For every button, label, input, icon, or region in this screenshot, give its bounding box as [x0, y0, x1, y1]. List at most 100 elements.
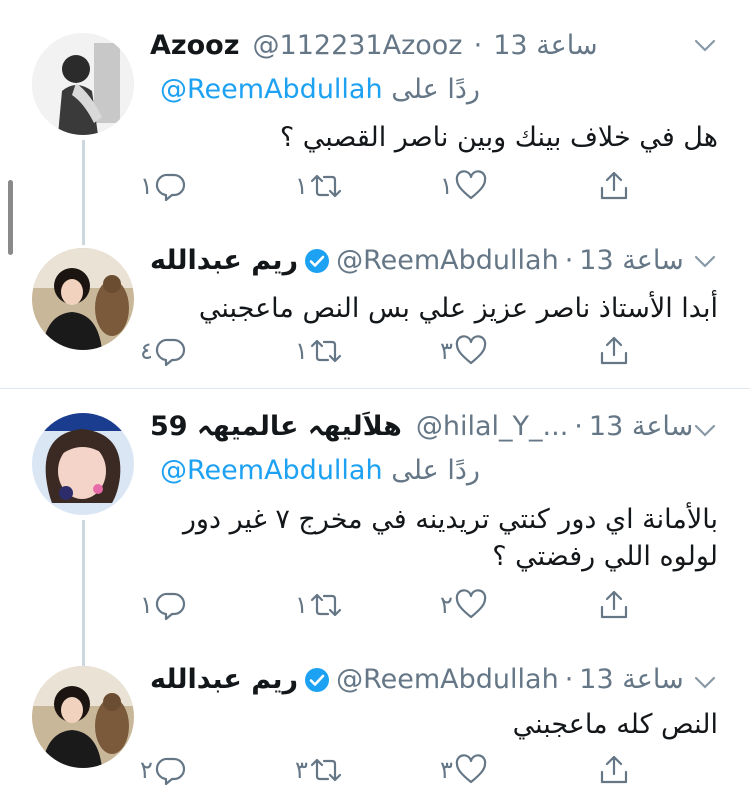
reply-label: ردًا على [391, 455, 480, 486]
tweet-text-line: أبدا الأستاذ ناصر عزيز علي بس النص ماعجب… [198, 293, 718, 324]
share-button[interactable] [598, 335, 630, 367]
tweet-time[interactable]: 13 ساعة [493, 30, 597, 61]
display-name[interactable]: ريم عبدالله [150, 245, 298, 276]
tweet-text: بالأمانة اي دور كنتي تريدينه في مخرج ٧ غ… [183, 501, 718, 575]
like-count: ٣ [440, 337, 453, 365]
chevron-down-icon[interactable] [692, 669, 718, 699]
tweet-text: أبدا الأستاذ ناصر عزيز علي بس النص ماعجب… [199, 290, 718, 327]
share-button[interactable] [598, 754, 630, 786]
retweet-button[interactable]: ١ [295, 170, 342, 202]
retweet-icon [310, 593, 341, 617]
tweet-meta: Azooz @112231Azooz · 13 ساعة [150, 30, 598, 61]
reply-mention[interactable]: @ReemAbdullah [160, 74, 383, 105]
avatar-image [32, 413, 134, 515]
user-handle[interactable]: @ReemAbdullah [336, 245, 559, 276]
verified-icon [305, 667, 330, 692]
retweet-count: ١ [295, 172, 308, 200]
like-button[interactable]: ٢ [440, 589, 487, 621]
tweet-meta: ريم عبدالله @ReemAbdullah · 13 ساعة [150, 664, 684, 695]
reply-to: @ReemAbdullah ردًا على [160, 74, 480, 105]
chevron-down-icon[interactable] [692, 32, 718, 62]
reply-button[interactable]: ١ [140, 170, 187, 202]
retweet-button[interactable]: ٣ [295, 754, 342, 786]
reply-button[interactable]: ١ [140, 589, 187, 621]
reply-count: ٤ [140, 337, 153, 365]
reply-icon [155, 173, 185, 202]
avatar[interactable] [32, 33, 134, 135]
tweet-text: النص كله ماعجبني [513, 706, 718, 743]
separator-dot: · [564, 245, 574, 276]
share-icon [600, 171, 628, 200]
reply-count: ١ [140, 591, 153, 619]
tweet[interactable]: Azooz @112231Azooz · 13 ساعة @ReemAbdull… [0, 0, 750, 230]
like-button[interactable]: ٣ [440, 754, 487, 786]
user-handle[interactable]: @ReemAbdullah [336, 664, 559, 695]
reply-count: ٢ [140, 756, 153, 784]
tweet-time[interactable]: 13 ساعة [589, 411, 693, 442]
avatar-image [32, 33, 134, 135]
like-count: ٢ [440, 591, 453, 619]
display-name[interactable]: Azooz [150, 30, 239, 61]
tweet-actions: ٤ ١ ٣ [140, 335, 640, 369]
reply-icon [155, 592, 185, 621]
retweet-button[interactable]: ١ [295, 335, 342, 367]
avatar[interactable] [32, 666, 134, 768]
display-name[interactable]: ريم عبدالله [150, 664, 298, 695]
tweet-meta: هلاَليهہ عالميهہ 59 @hilal_Y_... · 13 سا… [150, 411, 693, 442]
chevron-down-icon[interactable] [692, 248, 718, 278]
reply-label: ردًا على [391, 74, 480, 105]
reply-icon [155, 338, 185, 367]
like-icon [455, 754, 487, 784]
like-count: ٣ [440, 756, 453, 784]
reply-button[interactable]: ٢ [140, 754, 187, 786]
tweet-text-line: لولوه اللي رفضتي ؟ [492, 541, 718, 572]
avatar-image [32, 666, 134, 768]
user-handle[interactable]: @112231Azooz [253, 30, 463, 61]
retweet-button[interactable]: ١ [295, 589, 342, 621]
share-button[interactable] [598, 170, 630, 202]
reply-icon [155, 757, 185, 786]
tweet[interactable]: ريم عبدالله @ReemAbdullah · 13 ساعة أبدا… [0, 230, 750, 390]
reply-mention[interactable]: @ReemAbdullah [160, 455, 383, 486]
tweet-text-line: بالأمانة اي دور كنتي تريدينه في مخرج ٧ غ… [182, 504, 718, 535]
reply-to: @ReemAbdullah ردًا على [160, 455, 480, 486]
tweet-time[interactable]: 13 ساعة [579, 245, 683, 276]
like-button[interactable]: ١ [440, 170, 487, 202]
tweet-text: هل في خلاف بينك وبين ناصر القصبي ؟ [280, 119, 718, 156]
tweet-actions: ١ ١ ١ [140, 170, 640, 204]
separator-dot: · [574, 411, 583, 442]
like-icon [455, 170, 487, 200]
user-handle[interactable]: @hilal_Y_... [416, 411, 568, 442]
retweet-count: ١ [295, 591, 308, 619]
separator-dot: · [564, 664, 574, 695]
avatar[interactable] [32, 413, 134, 515]
retweet-count: ١ [295, 337, 308, 365]
retweet-count: ٣ [295, 756, 308, 784]
separator-dot: · [473, 30, 483, 61]
like-button[interactable]: ٣ [440, 335, 487, 367]
tweet-text-line: النص كله ماعجبني [512, 709, 718, 740]
share-button[interactable] [598, 589, 630, 621]
reply-button[interactable]: ٤ [140, 335, 187, 367]
display-name[interactable]: هلاَليهہ عالميهہ 59 [150, 411, 402, 442]
retweet-icon [310, 339, 341, 363]
retweet-icon [310, 174, 341, 198]
tweet-actions: ٢ ٣ ٣ [140, 754, 640, 786]
avatar[interactable] [32, 248, 134, 350]
tweet-actions: ١ ١ ٢ [140, 589, 640, 623]
tweet[interactable]: ريم عبدالله @ReemAbdullah · 13 ساعة النص… [0, 649, 750, 786]
like-icon [455, 589, 487, 619]
share-icon [600, 755, 628, 784]
verified-icon [305, 248, 330, 273]
tweet-time[interactable]: 13 ساعة [579, 664, 683, 695]
share-icon [600, 336, 628, 365]
avatar-image [32, 248, 134, 350]
retweet-icon [310, 758, 341, 782]
tweet-text-line: هل في خلاف بينك وبين ناصر القصبي ؟ [279, 122, 718, 153]
like-icon [455, 335, 487, 365]
tweet-meta: ريم عبدالله @ReemAbdullah · 13 ساعة [150, 245, 684, 276]
tweet[interactable]: هلاَليهہ عالميهہ 59 @hilal_Y_... · 13 سا… [0, 389, 750, 649]
like-count: ١ [440, 172, 453, 200]
reply-count: ١ [140, 172, 153, 200]
chevron-down-icon[interactable] [692, 417, 718, 447]
